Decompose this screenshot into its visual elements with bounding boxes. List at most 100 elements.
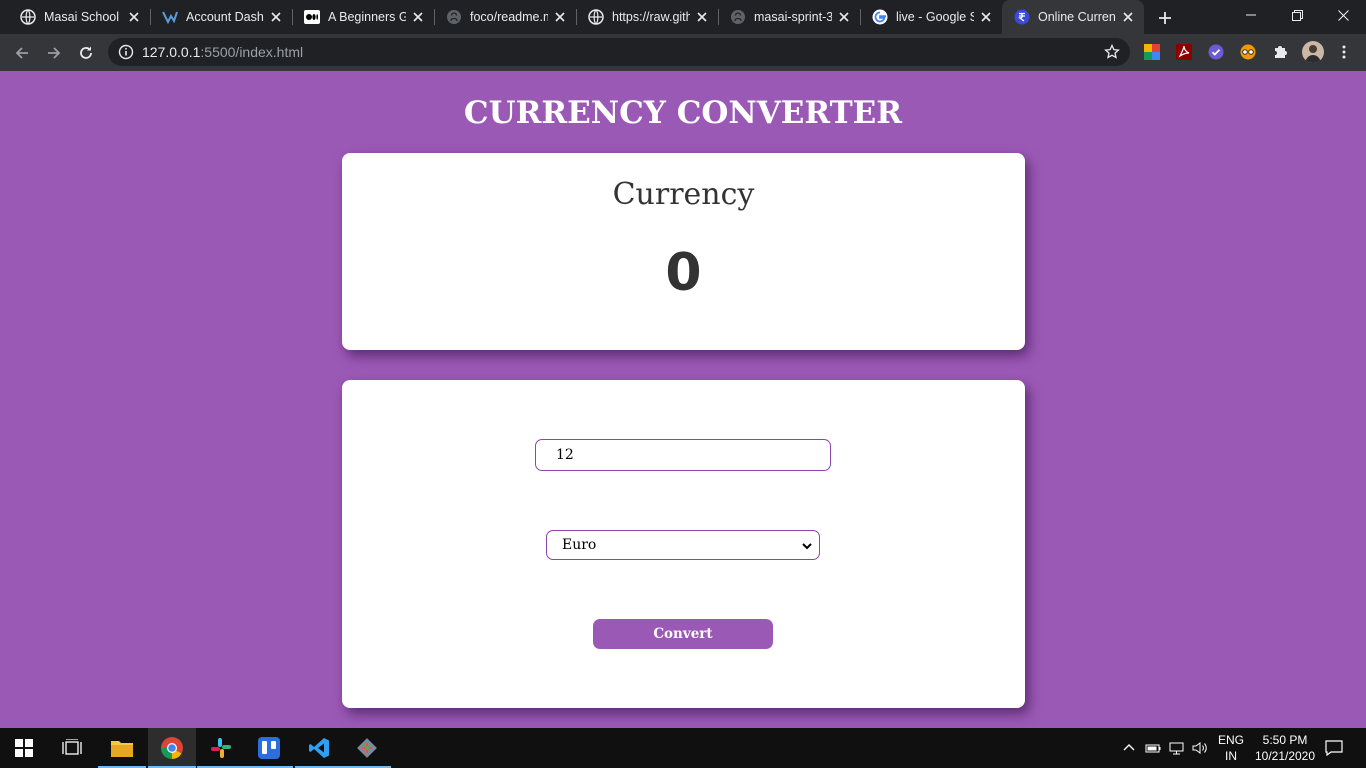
taskbar-vscode[interactable] bbox=[295, 728, 343, 768]
convert-button[interactable]: Convert bbox=[593, 619, 773, 649]
taskbar-file-explorer[interactable] bbox=[98, 728, 146, 768]
taskbar-trello[interactable] bbox=[245, 728, 293, 768]
arrow-left-icon bbox=[15, 47, 28, 59]
task-view-button[interactable] bbox=[48, 728, 96, 768]
result-value: 0 bbox=[665, 243, 702, 303]
close-tab-icon[interactable] bbox=[126, 9, 142, 25]
pdf-extension-icon[interactable] bbox=[1176, 44, 1192, 60]
info-icon[interactable] bbox=[118, 44, 134, 60]
github-icon bbox=[446, 9, 462, 25]
url-host: 127.0.0.1 bbox=[142, 44, 201, 60]
url-text: 127.0.0.1:5500/index.html bbox=[142, 44, 303, 60]
converter-form-card: Euro Convert bbox=[342, 380, 1025, 708]
tab-raw-github[interactable]: https://raw.gith bbox=[576, 0, 718, 34]
rupee-icon bbox=[1014, 9, 1030, 25]
tab-title: Account Dashb bbox=[186, 10, 264, 24]
profile-avatar[interactable] bbox=[1302, 41, 1324, 63]
plus-icon bbox=[1159, 12, 1171, 24]
forward-button[interactable] bbox=[41, 40, 67, 66]
network-icon[interactable] bbox=[1169, 740, 1185, 756]
close-icon bbox=[1337, 9, 1349, 21]
volume-icon[interactable] bbox=[1192, 740, 1208, 756]
browser-toolbar: 127.0.0.1:5500/index.html bbox=[0, 34, 1366, 71]
board-app-icon bbox=[258, 737, 280, 759]
slack-icon bbox=[211, 738, 231, 758]
battery-icon[interactable] bbox=[1145, 740, 1161, 756]
restore-window-button[interactable] bbox=[1274, 0, 1320, 30]
reload-button[interactable] bbox=[73, 40, 99, 66]
color-picker-extension-icon[interactable] bbox=[1144, 44, 1160, 60]
medium-icon bbox=[304, 9, 320, 25]
arrow-right-icon bbox=[48, 47, 61, 59]
tab-title: live - Google S bbox=[896, 10, 974, 24]
result-label: Currency bbox=[612, 177, 755, 212]
new-tab-button[interactable] bbox=[1154, 7, 1176, 29]
tab-beginners-guide[interactable]: A Beginners Gu bbox=[292, 0, 434, 34]
tab-title: masai-sprint-3 bbox=[754, 10, 832, 24]
task-view-icon bbox=[62, 739, 82, 755]
close-tab-icon[interactable] bbox=[268, 9, 284, 25]
amount-input[interactable] bbox=[535, 439, 831, 471]
tab-title: Masai School bbox=[44, 10, 120, 24]
glasses-extension-icon[interactable] bbox=[1240, 44, 1256, 60]
vercel-icon bbox=[162, 9, 178, 25]
tab-live-google[interactable]: live - Google S bbox=[860, 0, 1002, 34]
url-path: :5500/index.html bbox=[200, 44, 304, 60]
taskbar-slack[interactable] bbox=[197, 728, 245, 768]
notification-icon[interactable] bbox=[1325, 739, 1343, 757]
currency-select[interactable]: Euro bbox=[546, 530, 820, 560]
avatar-icon bbox=[1305, 45, 1321, 63]
clock[interactable]: 5:50 PM 10/21/2020 bbox=[1248, 732, 1322, 764]
back-button[interactable] bbox=[9, 40, 35, 66]
close-tab-icon[interactable] bbox=[836, 9, 852, 25]
reload-icon bbox=[80, 46, 92, 59]
tab-masai-sprint[interactable]: masai-sprint-3 bbox=[718, 0, 860, 34]
close-tab-icon[interactable] bbox=[1120, 9, 1136, 25]
tab-foco-readme[interactable]: foco/readme.m bbox=[434, 0, 576, 34]
tab-title: foco/readme.m bbox=[470, 10, 548, 24]
puzzle-extensions-icon[interactable] bbox=[1272, 44, 1288, 60]
github-icon bbox=[730, 9, 746, 25]
taskbar-chrome[interactable] bbox=[148, 728, 196, 768]
chevron-up-icon[interactable] bbox=[1121, 740, 1137, 756]
browser-tab-strip: Masai School Account Dashb A Beginners G… bbox=[0, 0, 1366, 34]
tab-account-dashboard[interactable]: Account Dashb bbox=[150, 0, 292, 34]
address-bar[interactable]: 127.0.0.1:5500/index.html bbox=[108, 38, 1130, 66]
check-extension-icon[interactable] bbox=[1208, 44, 1224, 60]
folder-icon bbox=[111, 741, 133, 757]
tab-title: A Beginners Gu bbox=[328, 10, 406, 24]
close-tab-icon[interactable] bbox=[410, 9, 426, 25]
close-tab-icon[interactable] bbox=[694, 9, 710, 25]
globe-icon bbox=[20, 9, 36, 25]
close-tab-icon[interactable] bbox=[552, 9, 568, 25]
globe-icon bbox=[588, 9, 604, 25]
language-code: ENG bbox=[1217, 733, 1244, 747]
result-card: Currency 0 bbox=[342, 153, 1025, 350]
currency-select-value: Euro bbox=[562, 537, 597, 553]
minimize-window-button[interactable] bbox=[1228, 0, 1274, 30]
language-indicator[interactable]: ENG IN bbox=[1214, 732, 1248, 764]
tab-title: Online Curren bbox=[1038, 10, 1116, 24]
clock-time: 5:50 PM bbox=[1262, 733, 1308, 747]
browser-menu-button[interactable] bbox=[1334, 42, 1354, 62]
tab-online-currency[interactable]: Online Curren bbox=[1002, 0, 1144, 34]
restore-icon bbox=[1291, 9, 1303, 21]
page-title: CURRENCY CONVERTER bbox=[463, 95, 903, 131]
windows-logo-icon bbox=[15, 739, 33, 757]
close-tab-icon[interactable] bbox=[978, 9, 994, 25]
kebab-menu-icon bbox=[1342, 45, 1346, 59]
vscode-icon bbox=[309, 738, 329, 758]
close-window-button[interactable] bbox=[1320, 0, 1366, 30]
keyboard-region: IN bbox=[1225, 749, 1237, 763]
clock-date: 10/21/2020 bbox=[1254, 749, 1316, 763]
minimize-icon bbox=[1246, 14, 1256, 16]
tab-masai-school[interactable]: Masai School bbox=[8, 0, 150, 34]
git-icon bbox=[357, 738, 377, 758]
google-icon bbox=[872, 9, 888, 25]
chrome-icon bbox=[161, 737, 183, 759]
start-button[interactable] bbox=[0, 728, 48, 768]
tab-title: https://raw.gith bbox=[612, 10, 690, 24]
bookmark-star-icon[interactable] bbox=[1104, 44, 1120, 60]
windows-taskbar: ENG IN 5:50 PM 10/21/2020 bbox=[0, 728, 1366, 768]
taskbar-git-tool[interactable] bbox=[343, 728, 391, 768]
